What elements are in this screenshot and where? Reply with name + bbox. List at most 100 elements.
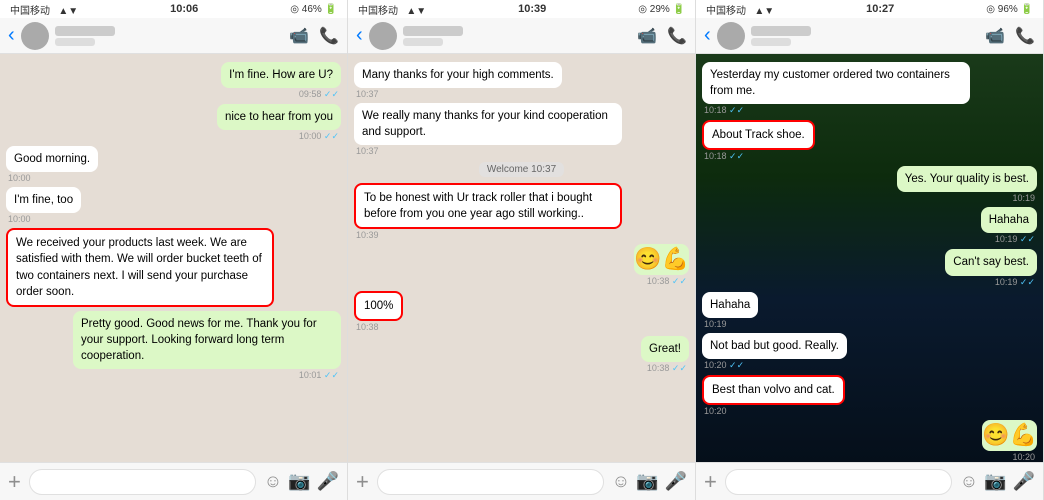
mic-icon[interactable]: 🎤 <box>1013 471 1035 492</box>
message-4: Hahaha10:19 ✓✓ <box>981 207 1037 245</box>
carrier-signal: 中国移动 ▲▼ <box>706 2 774 17</box>
message-6: Pretty good. Good news for me. Thank you… <box>73 311 341 381</box>
message-1: Many thanks for your high comments.10:37 <box>354 62 562 99</box>
video-call-icon[interactable]: 📹 <box>637 26 657 46</box>
message-time: 10:19 <box>1010 193 1037 203</box>
message-4: I'm fine, too10:00 <box>6 187 81 224</box>
status-time: 10:39 <box>518 3 546 15</box>
plus-button[interactable]: + <box>704 471 717 493</box>
status-bar: 中国移动 ▲▼ 10:39 ◎ 29% 🔋 <box>348 0 695 18</box>
camera-icon[interactable]: 📷 <box>288 471 310 492</box>
contact-status <box>55 38 95 46</box>
message-bubble: Hahaha <box>702 292 758 318</box>
message-bubble: Hahaha <box>981 207 1037 233</box>
message-time: 10:20 <box>1010 452 1037 462</box>
center-message: Welcome 10:37 <box>479 162 564 177</box>
message-8: Best than volvo and cat.10:20 <box>702 375 845 416</box>
bottom-bar: + ☺ 📷 🎤 <box>0 462 347 500</box>
contact-info <box>403 26 631 46</box>
battery-status: ◎ 46% 🔋 <box>290 4 337 15</box>
message-time: 09:58 ✓✓ <box>297 89 341 100</box>
message-bubble: nice to hear from you <box>217 104 341 130</box>
back-button[interactable]: ‹ <box>8 24 15 47</box>
message-bubble: Great! <box>641 336 689 362</box>
bottom-icons: ☺ 📷 🎤 <box>612 471 687 492</box>
carrier-signal: 中国移动 ▲▼ <box>358 2 426 17</box>
status-time: 10:27 <box>866 3 894 15</box>
bottom-icons: ☺ 📷 🎤 <box>264 471 339 492</box>
contact-status <box>403 38 443 46</box>
message-input[interactable] <box>725 469 952 495</box>
voice-call-icon[interactable]: 📞 <box>319 26 339 46</box>
status-bar: 中国移动 ▲▼ 10:06 ◎ 46% 🔋 <box>0 0 347 18</box>
message-3: Yes. Your quality is best.10:19 <box>897 166 1037 203</box>
message-1: I'm fine. How are U?09:58 ✓✓ <box>221 62 341 100</box>
nav-bar: ‹ 📹 📞 <box>696 18 1043 54</box>
voice-call-icon[interactable]: 📞 <box>1015 26 1035 46</box>
back-button[interactable]: ‹ <box>704 24 711 47</box>
battery-status: ◎ 96% 🔋 <box>986 4 1033 15</box>
message-bubble: Many thanks for your high comments. <box>354 62 562 88</box>
plus-button[interactable]: + <box>356 471 369 493</box>
mic-icon[interactable]: 🎤 <box>665 471 687 492</box>
nav-bar: ‹ 📹 📞 <box>348 18 695 54</box>
video-call-icon[interactable]: 📹 <box>289 26 309 46</box>
contact-status <box>751 38 791 46</box>
message-bubble: I'm fine. How are U? <box>221 62 341 88</box>
emoji-icon[interactable]: ☺ <box>264 471 282 492</box>
message-5: We received your products last week. We … <box>6 228 274 306</box>
message-9: 😊💪10:20 <box>982 420 1037 462</box>
message-bubble: 😊💪 <box>982 420 1037 451</box>
message-bubble: Good morning. <box>6 146 98 172</box>
contact-info <box>55 26 283 46</box>
message-bubble: We really many thanks for your kind coop… <box>354 103 622 145</box>
video-call-icon[interactable]: 📹 <box>985 26 1005 46</box>
plus-button[interactable]: + <box>8 471 21 493</box>
chat-area: Many thanks for your high comments.10:37… <box>348 54 695 462</box>
camera-icon[interactable]: 📷 <box>636 471 658 492</box>
mic-icon[interactable]: 🎤 <box>317 471 339 492</box>
nav-icons: 📹 📞 <box>985 26 1035 46</box>
message-time: 10:00 <box>6 173 33 183</box>
message-time: 10:00 <box>6 214 33 224</box>
emoji-icon[interactable]: ☺ <box>612 471 630 492</box>
message-5: Can't say best.10:19 ✓✓ <box>945 249 1037 287</box>
chat-area: I'm fine. How are U?09:58 ✓✓ nice to hear… <box>0 54 347 462</box>
phone-screen-3: 中国移动 ▲▼ 10:27 ◎ 96% 🔋 ‹ 📹 📞 Yesterday my… <box>696 0 1044 500</box>
message-7: Great!10:38 ✓✓ <box>641 336 689 374</box>
bottom-bar: + ☺ 📷 🎤 <box>348 462 695 500</box>
voice-call-icon[interactable]: 📞 <box>667 26 687 46</box>
status-bar: 中国移动 ▲▼ 10:27 ◎ 96% 🔋 <box>696 0 1043 18</box>
message-input[interactable] <box>29 469 256 495</box>
message-time: 10:19 ✓✓ <box>993 234 1037 245</box>
back-button[interactable]: ‹ <box>356 24 363 47</box>
contact-name <box>55 26 115 36</box>
message-bubble: Not bad but good. Really. <box>702 333 847 359</box>
message-4: To be honest with Ur track roller that i… <box>354 183 622 240</box>
avatar <box>717 22 745 50</box>
nav-bar: ‹ 📹 📞 <box>0 18 347 54</box>
bottom-icons: ☺ 📷 🎤 <box>960 471 1035 492</box>
contact-name <box>751 26 811 36</box>
message-bubble: Pretty good. Good news for me. Thank you… <box>73 311 341 369</box>
emoji-icon[interactable]: ☺ <box>960 471 978 492</box>
message-time: 10:20 ✓✓ <box>702 360 746 371</box>
message-3: Good morning.10:00 <box>6 146 98 183</box>
battery-status: ◎ 29% 🔋 <box>638 4 685 15</box>
message-2: We really many thanks for your kind coop… <box>354 103 622 156</box>
phone-screen-1: 中国移动 ▲▼ 10:06 ◎ 46% 🔋 ‹ 📹 📞 I'm fine. Ho… <box>0 0 348 500</box>
message-7: Not bad but good. Really.10:20 ✓✓ <box>702 333 847 371</box>
message-time: 10:37 <box>354 146 381 156</box>
message-time: 10:01 ✓✓ <box>297 370 341 381</box>
status-time: 10:06 <box>170 3 198 15</box>
message-bubble: 100% <box>354 291 403 321</box>
message-time: 10:38 <box>354 322 381 332</box>
message-input[interactable] <box>377 469 604 495</box>
message-time: 10:38 ✓✓ <box>645 363 689 374</box>
message-bubble: To be honest with Ur track roller that i… <box>354 183 622 229</box>
camera-icon[interactable]: 📷 <box>984 471 1006 492</box>
message-2: About Track shoe.10:18 ✓✓ <box>702 120 815 162</box>
message-time: 10:20 <box>702 406 729 416</box>
message-6: Hahaha10:19 <box>702 292 758 329</box>
message-bubble: About Track shoe. <box>702 120 815 150</box>
